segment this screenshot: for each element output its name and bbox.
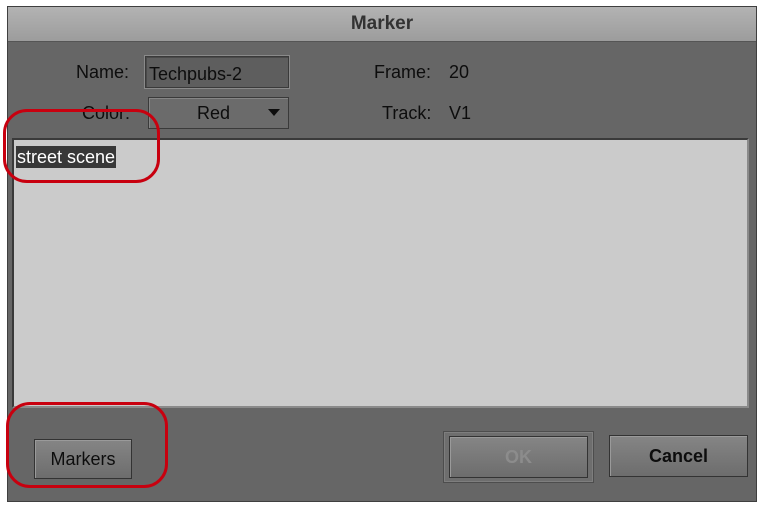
ok-button-frame: OK [443,431,594,483]
color-label: Color: [82,103,131,123]
track-value: V1 [449,103,472,123]
frame-value: 20 [449,62,470,82]
color-dropdown[interactable]: Red [148,97,289,129]
name-field[interactable] [145,56,289,88]
name-label: Name: [76,62,130,82]
frame-label: Frame: [374,62,432,82]
markers-button[interactable]: Markers [34,439,132,479]
track-label: Track: [382,103,432,123]
color-dropdown-value: Red [197,103,231,123]
comment-selected-text: street scene [16,146,117,168]
ok-button[interactable]: OK [449,436,588,478]
marker-dialog: Marker Name: Frame: 20 Color: Red Track:… [7,6,757,502]
cancel-button[interactable]: Cancel [609,435,748,477]
dialog-title: Marker [8,7,756,42]
chevron-down-icon [268,109,280,116]
comment-textarea[interactable]: street scene [12,138,749,408]
